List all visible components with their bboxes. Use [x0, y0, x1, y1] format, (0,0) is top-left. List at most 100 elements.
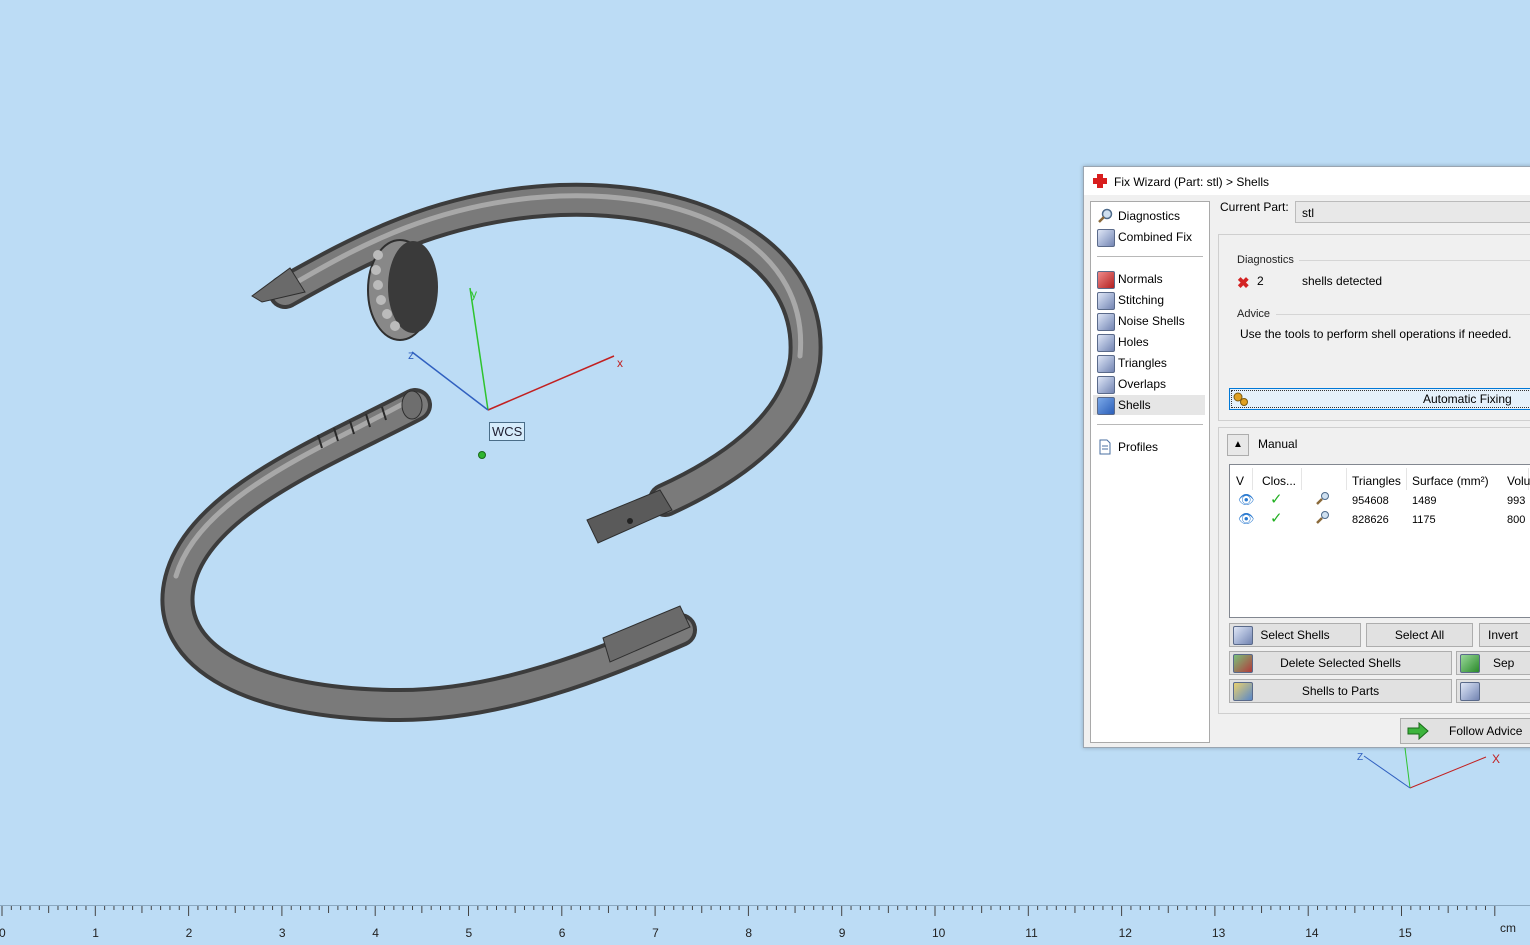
shells-icon — [1097, 397, 1115, 415]
ruler-tick-label: 5 — [465, 926, 473, 940]
nav-item-shells[interactable]: Shells — [1093, 395, 1205, 415]
eye-icon[interactable]: 👁 — [1238, 492, 1255, 508]
current-part-label: Current Part: — [1220, 200, 1289, 214]
cell-surface: 1175 — [1412, 514, 1436, 526]
current-part-field[interactable]: stl — [1295, 201, 1530, 223]
dialog-title: Fix Wizard (Part: stl) > Shells — [1114, 175, 1270, 189]
ruler-tick-label: 7 — [652, 926, 659, 940]
column-divider — [1406, 468, 1407, 490]
cell-volume: 993 — [1507, 495, 1526, 507]
nav-divider — [1097, 424, 1203, 425]
mini-axis-z-label: Z — [1357, 752, 1363, 763]
col-closed-header[interactable]: Clos... — [1262, 474, 1296, 488]
button-label: Follow Advice — [1449, 724, 1523, 738]
bead-disc — [367, 239, 438, 341]
group-divider — [1299, 260, 1530, 261]
wrench-icon[interactable] — [1314, 510, 1330, 526]
ruler-tick-label: 2 — [185, 926, 193, 940]
diagnostics-group-title: Diagnostics — [1237, 254, 1294, 266]
magnifier-icon — [1098, 208, 1113, 223]
axis-y-label: y — [471, 287, 477, 301]
nav-item-diagnostics[interactable]: Diagnostics — [1093, 206, 1205, 226]
manual-section-label: Manual — [1258, 437, 1298, 451]
shell-tool-button[interactable] — [1456, 679, 1530, 703]
ruler-tick-label: 0 — [0, 926, 6, 940]
checkmark-icon: ✓ — [1270, 491, 1283, 508]
nav-label: Holes — [1118, 335, 1149, 349]
clasp-end-upper — [586, 489, 673, 544]
nav-label: Shells — [1118, 398, 1151, 412]
ruler-tick-label: 11 — [1025, 926, 1038, 940]
nav-label: Noise Shells — [1118, 314, 1185, 328]
medical-cross-icon — [1093, 174, 1107, 188]
ruler-tick-label: 3 — [278, 926, 286, 940]
wizard-nav: Diagnostics Combined Fix Normals Stitchi… — [1090, 201, 1210, 743]
shell-tool-icon — [1460, 682, 1480, 701]
shells-to-parts-button[interactable]: Shells to Parts — [1229, 679, 1452, 703]
wrench-icon[interactable] — [1314, 491, 1330, 507]
noise-shells-icon — [1097, 313, 1115, 331]
ruler-tick-label: 15 — [1398, 926, 1412, 940]
ruler-ticks — [1, 906, 1496, 916]
cell-volume: 800 — [1507, 514, 1526, 526]
nav-label: Overlaps — [1118, 377, 1167, 391]
col-visible-header[interactable]: V — [1236, 474, 1244, 488]
column-divider — [1346, 468, 1347, 490]
collapse-chevron-icon[interactable]: ▲ — [1227, 434, 1249, 456]
table-row[interactable]: 👁 ✓ 828626 1175 800 — [1230, 509, 1530, 528]
pivot-point — [478, 451, 486, 459]
button-label: Select All — [1394, 628, 1445, 642]
follow-advice-button[interactable]: Follow Advice — [1400, 718, 1530, 744]
table-row[interactable]: 👁 ✓ 954608 1489 993 — [1230, 490, 1530, 509]
ruler-tick-label: 1 — [92, 926, 99, 940]
nav-item-stitching[interactable]: Stitching — [1093, 290, 1205, 310]
ruler-tick-label: 8 — [745, 926, 753, 940]
ruler-tick-label: 14 — [1305, 926, 1319, 940]
col-surface-header[interactable]: Surface (mm²) — [1412, 474, 1489, 488]
delete-selected-shells-button[interactable]: Delete Selected Shells — [1229, 651, 1452, 675]
nav-item-normals[interactable]: Normals — [1093, 269, 1205, 289]
ruler-unit: cm — [1500, 921, 1516, 935]
ruler-tick-label: 12 — [1118, 926, 1132, 940]
ruler-tick-label: 9 — [838, 926, 846, 940]
group-divider — [1276, 314, 1530, 315]
wcs-label: WCS — [489, 422, 526, 441]
separate-button[interactable]: Sep — [1456, 651, 1530, 675]
eye-icon[interactable]: 👁 — [1238, 511, 1255, 527]
nav-item-profiles[interactable]: Profiles — [1093, 437, 1205, 457]
gears-icon — [1233, 392, 1248, 406]
stitching-icon — [1097, 292, 1115, 310]
dialog-titlebar[interactable]: Fix Wizard (Part: stl) > Shells — [1084, 167, 1530, 195]
fix-wizard-dialog[interactable]: Fix Wizard (Part: stl) > Shells Diagnost… — [1083, 166, 1530, 748]
column-divider — [1252, 468, 1253, 490]
bangle-model — [160, 182, 823, 723]
nav-label: Combined Fix — [1118, 230, 1193, 244]
column-divider — [1301, 468, 1302, 490]
nav-item-overlaps[interactable]: Overlaps — [1093, 374, 1205, 394]
nav-label: Triangles — [1118, 356, 1167, 370]
automatic-fixing-button[interactable]: Automatic Fixing — [1229, 388, 1530, 410]
mini-axis-x-label: X — [1492, 752, 1500, 766]
ruler-tick-label: 10 — [932, 926, 946, 940]
shell-table[interactable]: V Clos... Triangles Surface (mm²) Volu 👁… — [1229, 464, 1530, 618]
nav-label: Normals — [1118, 272, 1163, 286]
nav-item-noise-shells[interactable]: Noise Shells — [1093, 311, 1205, 331]
automatic-fixing-label: Automatic Fixing — [1423, 392, 1512, 406]
col-triangles-header[interactable]: Triangles — [1352, 474, 1401, 488]
combined-fix-icon — [1097, 229, 1115, 247]
col-volume-header[interactable]: Volu — [1507, 474, 1530, 488]
nav-label: Diagnostics — [1118, 209, 1181, 223]
holes-icon — [1097, 334, 1115, 352]
invert-button[interactable]: Invert — [1479, 623, 1530, 647]
nav-item-combined-fix[interactable]: Combined Fix — [1093, 227, 1205, 247]
document-icon — [1099, 439, 1111, 455]
triangles-icon — [1097, 355, 1115, 373]
axis-z-label: z — [408, 348, 414, 362]
advice-group-title: Advice — [1237, 308, 1271, 320]
current-part-value: stl — [1302, 206, 1314, 220]
select-all-button[interactable]: Select All — [1366, 623, 1473, 647]
axis-x-label: x — [617, 356, 623, 370]
nav-item-holes[interactable]: Holes — [1093, 332, 1205, 352]
nav-item-triangles[interactable]: Triangles — [1093, 353, 1205, 373]
select-shells-button[interactable]: Select Shells — [1229, 623, 1361, 647]
